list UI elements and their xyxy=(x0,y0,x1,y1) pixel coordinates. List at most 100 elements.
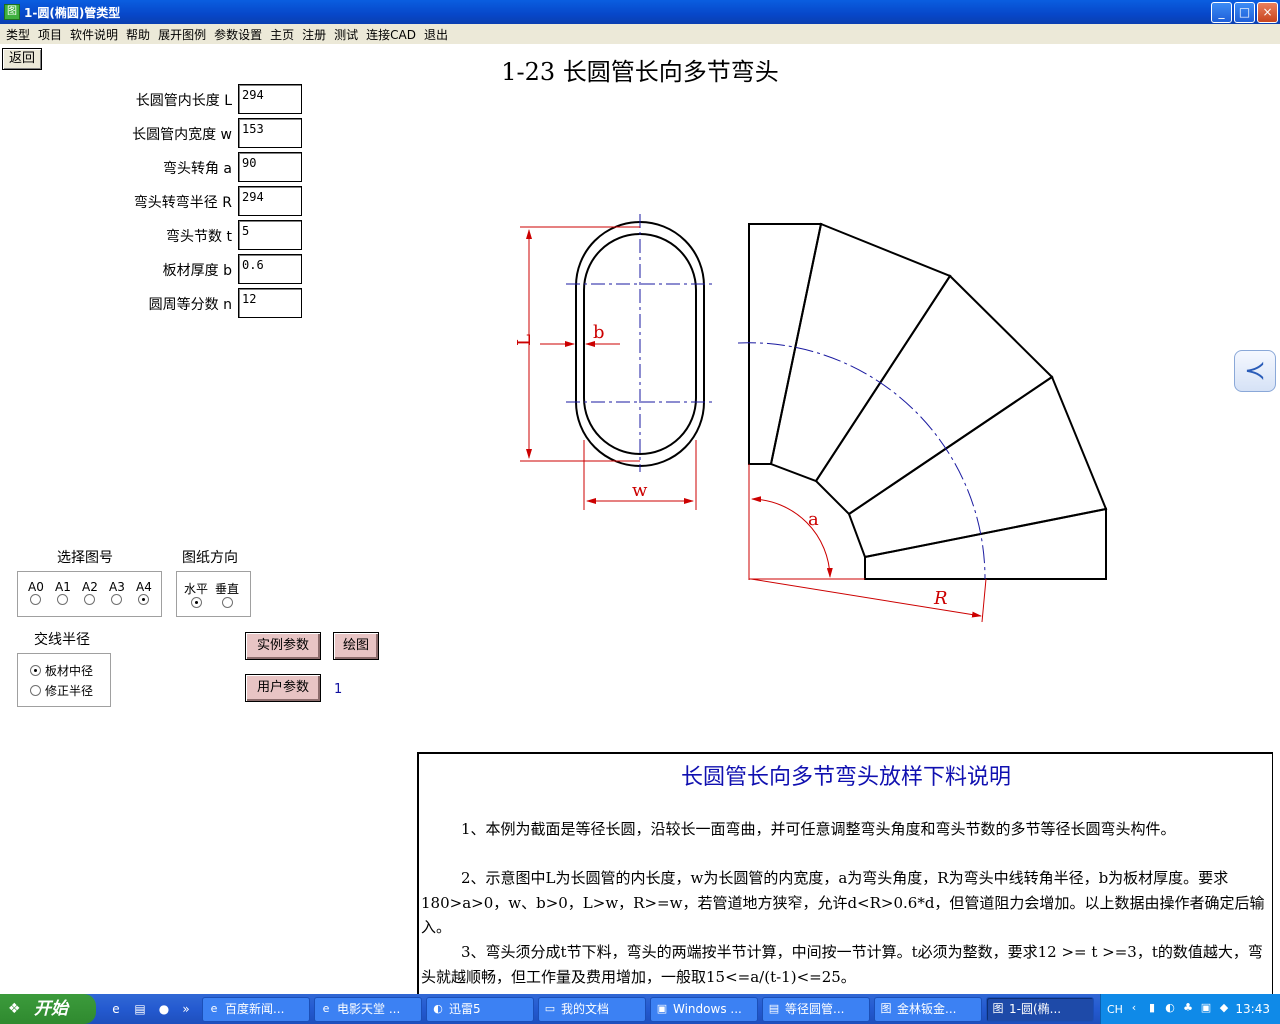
input-language[interactable]: CH xyxy=(1107,1003,1123,1016)
task-round-pipe[interactable]: ▤ 等径圆管... xyxy=(762,997,870,1022)
description-panel[interactable]: 长圆管长向多节弯头放样下料说明 1、本例为截面是等径长圆，沿较长一面弯曲，并可任… xyxy=(417,752,1273,996)
tray-arrow-icon[interactable]: ‹ xyxy=(1127,1001,1141,1015)
task-jinlin-sheetmetal[interactable]: 图金林钣金... xyxy=(874,997,982,1022)
width-input[interactable]: 153 xyxy=(238,118,302,148)
folder-icon: ▭ xyxy=(544,1002,556,1015)
radius-input[interactable]: 294 xyxy=(238,186,302,216)
param-label-segments: 弯头节数 t xyxy=(166,229,232,245)
task-baidu-news[interactable]: e 百度新闻... xyxy=(202,997,310,1022)
radio-a4-dot[interactable] xyxy=(138,594,150,605)
radio-a1[interactable]: A1 xyxy=(55,580,71,608)
ie-quicklaunch-icon[interactable]: e xyxy=(108,1001,124,1017)
divisions-input[interactable]: 12 xyxy=(238,288,302,318)
user-params-button[interactable]: 用户参数 xyxy=(245,674,321,702)
tray-computer-icon[interactable]: ▣ xyxy=(1199,1001,1213,1015)
description-paragraph-2: 2、示意图中L为长圆管的内长度，w为长圆管的内宽度，a为弯头角度，R为弯头中线转… xyxy=(421,869,1265,936)
centerline-arc xyxy=(737,342,986,580)
menu-item-help[interactable]: 帮助 xyxy=(122,26,154,43)
thickness-input[interactable]: 0.6 xyxy=(238,254,302,284)
tray-xunlei-icon[interactable]: ◐ xyxy=(1163,1001,1177,1015)
menu-item-test[interactable]: 测试 xyxy=(330,26,362,43)
menu-item-type[interactable]: 类型 xyxy=(2,26,34,43)
maximize-button[interactable]: □ xyxy=(1234,2,1255,23)
radio-a2[interactable]: A2 xyxy=(82,580,98,608)
radio-mid-diameter[interactable]: 板材中径 xyxy=(30,662,93,679)
radio-horizontal-dot[interactable] xyxy=(190,597,202,608)
radio-a2-dot[interactable] xyxy=(84,594,96,605)
label-R: R xyxy=(933,588,948,609)
app-icon: 图 xyxy=(880,1002,892,1015)
page-title: 1-23 长圆管长向多节弯头 xyxy=(501,58,779,86)
tray-qq-icon[interactable]: ♣ xyxy=(1181,1001,1195,1015)
radio-a0-label: A0 xyxy=(28,580,44,594)
radio-a4-label: A4 xyxy=(136,580,152,594)
radio-corrected-radius-dot[interactable] xyxy=(30,685,41,696)
radio-mid-diameter-dot[interactable] xyxy=(30,665,41,676)
task-current-window[interactable]: 图 1-圆(椭... xyxy=(986,997,1094,1022)
close-button[interactable]: × xyxy=(1257,2,1278,23)
radio-a1-dot[interactable] xyxy=(57,594,69,605)
label-w: w xyxy=(632,480,648,501)
task-label: 等径圆管... xyxy=(785,1002,845,1016)
quicklaunch-more-icon[interactable]: » xyxy=(178,1001,194,1017)
paper-size-group: A0 A1 A2 A3 A4 xyxy=(17,571,162,617)
minimize-button[interactable]: _ xyxy=(1211,2,1232,23)
task-movie-heaven[interactable]: e 电影天堂 ... xyxy=(314,997,422,1022)
radio-a0[interactable]: A0 xyxy=(28,580,44,608)
radio-a4[interactable]: A4 xyxy=(136,580,152,608)
radio-vertical[interactable]: 垂直 xyxy=(215,580,239,611)
tray-shield-icon[interactable]: ◆ xyxy=(1217,1001,1231,1015)
radio-corrected-radius-label: 修正半径 xyxy=(45,684,94,698)
radio-horizontal[interactable]: 水平 xyxy=(184,580,208,611)
menu-bar: 类型 项目 软件说明 帮助 展开图例 参数设置 主页 注册 测试 连接CAD 退… xyxy=(0,24,1280,44)
back-button[interactable]: 返回 xyxy=(2,48,42,70)
user-params-value: 1 xyxy=(334,682,343,697)
menu-item-param-settings[interactable]: 参数设置 xyxy=(210,26,266,43)
param-row-thickness: 板材厚度 b 0.6 xyxy=(60,254,320,284)
param-label-angle: 弯头转角 a xyxy=(162,161,232,177)
param-label-thickness: 板材厚度 b xyxy=(162,263,232,279)
param-label-length: 长圆管内长度 L xyxy=(135,93,232,109)
menu-item-connect-cad[interactable]: 连接CAD xyxy=(362,26,420,43)
radio-a3-dot[interactable] xyxy=(111,594,123,605)
floating-assistant-icon[interactable]: ≺ xyxy=(1234,350,1276,392)
task-label: 电影天堂 ... xyxy=(337,1002,401,1016)
description-paragraph-1: 1、本例为截面是等径长圆，沿较长一面弯曲，并可任意调整弯头角度和弯头节数的多节等… xyxy=(461,820,1176,838)
segments-input[interactable]: 5 xyxy=(238,220,302,250)
menu-item-exit[interactable]: 退出 xyxy=(420,26,452,43)
radio-a3-label: A3 xyxy=(109,580,125,594)
app-icon: 图 xyxy=(4,4,20,20)
ie-icon: e xyxy=(322,1002,330,1015)
angle-input[interactable]: 90 xyxy=(238,152,302,182)
start-button[interactable]: ❖ 开始 xyxy=(0,994,96,1024)
length-input[interactable]: 294 xyxy=(238,84,302,114)
tray-network-icon[interactable]: ▮ xyxy=(1145,1001,1159,1015)
radio-corrected-radius[interactable]: 修正半径 xyxy=(30,682,93,699)
draw-button[interactable]: 绘图 xyxy=(333,632,379,660)
param-row-segments: 弯头节数 t 5 xyxy=(60,220,320,250)
task-windows[interactable]: ▣ Windows ... xyxy=(650,997,758,1022)
radio-vertical-label: 垂直 xyxy=(215,582,240,596)
example-params-button[interactable]: 实例参数 xyxy=(245,632,321,660)
task-label: Windows ... xyxy=(673,1002,742,1016)
task-label: 我的文档 xyxy=(561,1002,610,1016)
task-my-documents[interactable]: ▭ 我的文档 xyxy=(538,997,646,1022)
radio-a0-dot[interactable] xyxy=(30,594,42,605)
menu-item-register[interactable]: 注册 xyxy=(298,26,330,43)
radius-group: 板材中径 修正半径 xyxy=(17,653,111,707)
radius-title: 交线半径 xyxy=(34,632,90,648)
menu-item-unfold-examples[interactable]: 展开图例 xyxy=(154,26,210,43)
radio-mid-diameter-label: 板材中径 xyxy=(45,664,94,678)
task-xunlei[interactable]: ◐ 迅雷5 xyxy=(426,997,534,1022)
clock: 13:43 xyxy=(1235,1002,1270,1016)
radio-vertical-dot[interactable] xyxy=(221,597,233,608)
notepad-quicklaunch-icon[interactable]: ▤ xyxy=(132,1001,148,1017)
menu-item-project[interactable]: 项目 xyxy=(34,26,66,43)
center-lines xyxy=(566,214,714,472)
media-quicklaunch-icon[interactable]: ● xyxy=(156,1001,172,1017)
menu-item-home[interactable]: 主页 xyxy=(266,26,298,43)
menu-item-software-info[interactable]: 软件说明 xyxy=(66,26,122,43)
title-bar[interactable]: 图 1-圆(椭圆)管类型 _ □ × xyxy=(0,0,1280,24)
radio-a3[interactable]: A3 xyxy=(109,580,125,608)
document-icon: ▤ xyxy=(768,1002,780,1015)
